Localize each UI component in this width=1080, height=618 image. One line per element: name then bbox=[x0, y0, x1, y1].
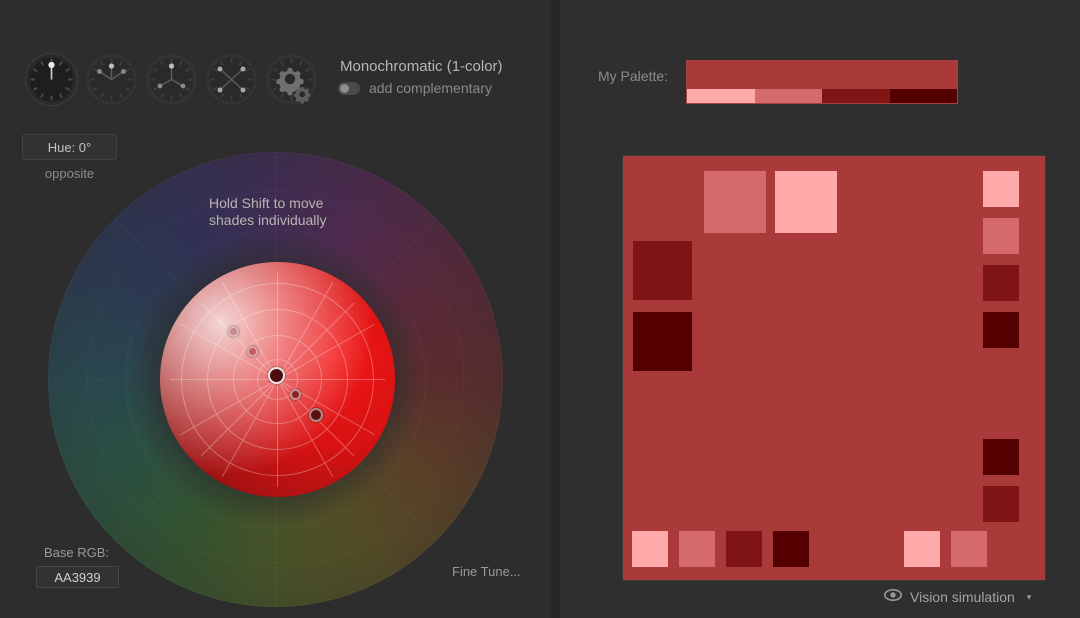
scheme-freestyle-button[interactable] bbox=[266, 54, 317, 105]
wheel-marker-shade-3[interactable] bbox=[290, 389, 301, 400]
preview-swatch-pv-13[interactable] bbox=[726, 531, 762, 567]
base-rgb-input[interactable]: AA3939 bbox=[36, 566, 119, 588]
scheme-selector bbox=[26, 54, 317, 105]
preview-swatch-pv-3[interactable] bbox=[983, 171, 1019, 207]
preview-swatch-pv-6[interactable] bbox=[983, 312, 1019, 348]
panel-divider bbox=[551, 0, 560, 618]
wheel-hint-text: Hold Shift to move shades individually bbox=[209, 195, 327, 228]
my-palette-shade-2[interactable] bbox=[754, 89, 822, 103]
eye-icon bbox=[884, 588, 902, 606]
preview-swatch-pv-2[interactable] bbox=[775, 171, 837, 233]
preview-swatch-pv-7[interactable] bbox=[633, 241, 692, 300]
fine-tune-link[interactable]: Fine Tune... bbox=[452, 564, 521, 579]
my-palette-label: My Palette: bbox=[598, 68, 669, 84]
preview-swatch-pv-12[interactable] bbox=[679, 531, 715, 567]
base-rgb-label: Base RGB: bbox=[44, 545, 110, 560]
add-complementary-label: add complementary bbox=[369, 80, 492, 96]
my-palette-swatch[interactable] bbox=[686, 60, 958, 104]
preview-swatch-pv-1[interactable] bbox=[704, 171, 766, 233]
my-palette-shade-4[interactable] bbox=[889, 89, 957, 103]
add-complementary-toggle[interactable] bbox=[338, 81, 360, 95]
wheel-marker-shade-4[interactable] bbox=[309, 408, 323, 422]
my-palette-shade-3[interactable] bbox=[822, 89, 890, 103]
my-palette-shade-1[interactable] bbox=[687, 89, 755, 103]
vision-simulation-label: Vision simulation bbox=[910, 589, 1015, 605]
chevron-down-icon[interactable]: ▾ bbox=[1027, 592, 1032, 603]
preview-swatch-pv-14[interactable] bbox=[773, 531, 809, 567]
preview-swatch-pv-5[interactable] bbox=[983, 265, 1019, 301]
scheme-type-label: Monochromatic (1-color) bbox=[340, 58, 503, 75]
preview-swatch-pv-10[interactable] bbox=[983, 486, 1019, 522]
scheme-adjacent-button[interactable] bbox=[86, 54, 137, 105]
my-palette-shades bbox=[687, 89, 957, 103]
left-panel: Monochromatic (1-color) add complementar… bbox=[0, 0, 551, 618]
scheme-monochromatic-button[interactable] bbox=[26, 54, 77, 105]
wheel-marker-base[interactable] bbox=[268, 367, 285, 384]
my-palette-main-color[interactable] bbox=[687, 61, 957, 89]
preview-canvas[interactable] bbox=[622, 155, 1046, 581]
preview-swatch-pv-4[interactable] bbox=[983, 218, 1019, 254]
add-complementary-row[interactable]: add complementary bbox=[338, 80, 492, 96]
preview-swatch-pv-15[interactable] bbox=[904, 531, 940, 567]
scheme-triad-button[interactable] bbox=[146, 54, 197, 105]
wheel-marker-shade-2[interactable] bbox=[247, 346, 258, 357]
paletton-app: Donate bbox=[0, 0, 1080, 618]
wheel-marker-shade-1[interactable] bbox=[228, 326, 239, 337]
preview-swatch-pv-16[interactable] bbox=[951, 531, 987, 567]
vision-simulation-control[interactable]: Vision simulation ▾ bbox=[884, 588, 1031, 606]
scheme-tetrad-button[interactable] bbox=[206, 54, 257, 105]
toggle-knob bbox=[340, 83, 349, 93]
preview-swatch-pv-11[interactable] bbox=[632, 531, 668, 567]
preview-swatch-pv-9[interactable] bbox=[983, 439, 1019, 475]
preview-swatch-pv-8[interactable] bbox=[633, 312, 692, 371]
